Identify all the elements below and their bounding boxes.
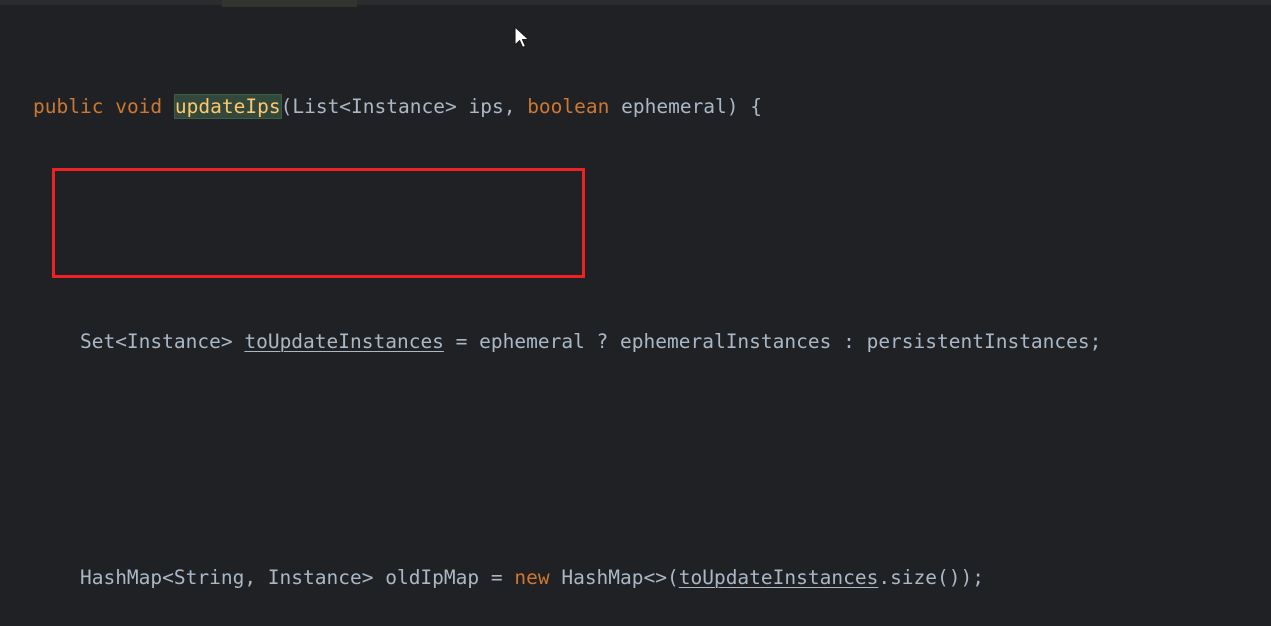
code-line-3[interactable]: HashMap<String, Instance> oldIpMap = new… (0, 563, 1271, 592)
token-var-toupdateinstances[interactable]: toUpdateInstances (244, 330, 444, 353)
mouse-pointer-icon (514, 26, 529, 48)
token-keyword-public: public (33, 95, 104, 119)
token-keyword-new: new (514, 565, 550, 589)
token-line3-suffix: .size()); (878, 565, 984, 589)
code-line-2[interactable]: Set<Instance> toUpdateInstances = epheme… (0, 327, 1271, 356)
token-comma: , (503, 95, 516, 119)
token-type-list-instance: List<Instance> (292, 95, 457, 119)
token-keyword-boolean: boolean (527, 95, 610, 119)
token-line2-rest: = ephemeral ? ephemeralInstances : persi… (443, 330, 1102, 354)
token-keyword-void: void (115, 95, 163, 119)
token-line3-prefix: HashMap<String, Instance> oldIpMap = (79, 565, 515, 589)
code-area[interactable]: public void updateIps(List<Instance> ips… (0, 0, 1271, 626)
token-close-brace-open: ) { (726, 95, 763, 119)
code-line-blank-2[interactable] (0, 445, 1271, 474)
token-param-ips: ips (456, 95, 504, 119)
token-type-set-instance: Set<Instance> (79, 330, 245, 354)
token-method-name-updateips[interactable]: updateIps (174, 95, 281, 119)
token-line3-mid: HashMap<>( (549, 565, 679, 589)
token-var-toupdateinstances[interactable]: toUpdateInstances (679, 566, 879, 589)
token-param-ephemeral: ephemeral (621, 95, 727, 119)
code-editor-screenshot: public void updateIps(List<Instance> ips… (0, 0, 1271, 626)
code-line-1[interactable]: public void updateIps(List<Instance> ips… (0, 92, 1271, 121)
code-line-blank-1[interactable] (0, 210, 1271, 239)
token-open-paren: ( (280, 95, 293, 119)
